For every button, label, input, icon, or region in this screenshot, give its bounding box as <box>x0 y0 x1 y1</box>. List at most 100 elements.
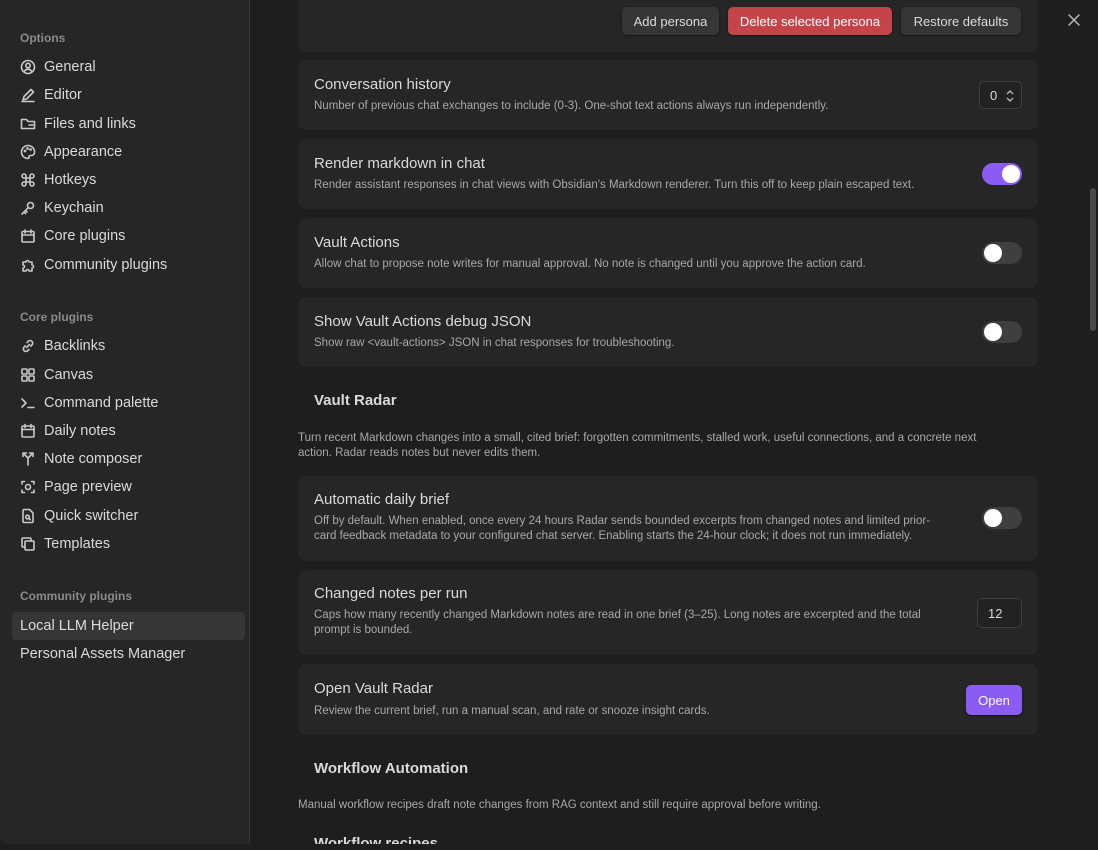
setting-title: Conversation history <box>314 76 451 93</box>
folder-icon <box>20 116 36 132</box>
sidebar-item-label: Appearance <box>44 144 123 160</box>
conversation-history-setting: Conversation history Number of previous … <box>298 60 1038 130</box>
sidebar-item-label: Page preview <box>44 479 132 495</box>
sidebar-item-label: Command palette <box>44 395 159 411</box>
eye-icon <box>20 479 36 495</box>
close-icon[interactable] <box>1064 10 1084 30</box>
scrollbar-thumb[interactable] <box>1090 188 1096 331</box>
persona-card: Add persona Delete selected persona Rest… <box>298 0 1038 52</box>
sidebar-item-label: Backlinks <box>44 338 106 354</box>
sidebar-item-label: Quick switcher <box>44 508 139 524</box>
conversation-history-input[interactable]: 0 <box>979 81 1022 109</box>
render-markdown-setting: Render markdown in chat Render assistant… <box>298 139 1038 209</box>
delete-persona-button[interactable]: Delete selected persona <box>728 7 892 35</box>
desc-line: Caps how many recently changed Markdown … <box>314 609 921 621</box>
sidebar-item-quick-switcher[interactable]: Quick switcher <box>12 502 237 530</box>
sidebar-section-community-plugins: Community plugins <box>20 589 132 603</box>
workflow-recipes-heading: Workflow recipes <box>314 835 438 844</box>
sidebar-item-label: Files and links <box>44 116 136 132</box>
sidebar-item-keychain[interactable]: Keychain <box>12 194 237 222</box>
toggle-knob <box>1002 165 1020 183</box>
changed-notes-setting: Changed notes per run Caps how many rece… <box>298 570 1038 655</box>
setting-title: Changed notes per run <box>314 585 468 602</box>
open-vault-radar-setting: Open Vault Radar Review the current brie… <box>298 664 1038 735</box>
sidebar-item-label: Hotkeys <box>44 172 97 188</box>
automatic-daily-brief-setting: Automatic daily brief Off by default. Wh… <box>298 476 1038 561</box>
settings-content: Add persona Delete selected persona Rest… <box>250 0 1098 844</box>
sidebar-item-label: Templates <box>44 536 111 552</box>
toggle-knob <box>984 244 1002 262</box>
sidebar-item-label: Community plugins <box>44 257 168 273</box>
add-persona-button[interactable]: Add persona <box>622 7 719 35</box>
sidebar-section-core-plugins: Core plugins <box>20 310 94 324</box>
command-icon <box>20 172 36 188</box>
vault-actions-toggle[interactable] <box>982 242 1022 264</box>
sidebar-item-label: Personal Assets Manager <box>20 646 186 662</box>
sidebar-item-backlinks[interactable]: Backlinks <box>12 332 237 360</box>
sidebar-item-hotkeys[interactable]: Hotkeys <box>12 166 237 194</box>
setting-description: Off by default. When enabled, once every… <box>314 514 974 544</box>
setting-description: Allow chat to propose note writes for ma… <box>314 258 866 270</box>
settings-sidebar: Options General Editor Files and links A… <box>0 0 250 844</box>
intro-line: action. Radar reads notes but never edit… <box>298 447 541 459</box>
setting-description: Render assistant responses in chat views… <box>314 179 915 191</box>
sidebar-item-core-plugins[interactable]: Core plugins <box>12 222 237 250</box>
sidebar-section-options: Options <box>20 31 66 45</box>
setting-title: Open Vault Radar <box>314 680 433 697</box>
vault-actions-setting: Vault Actions Allow chat to propose note… <box>298 218 1038 288</box>
settings-window: Options General Editor Files and links A… <box>0 0 1098 844</box>
changed-notes-value: 12 <box>988 605 1003 621</box>
sidebar-item-label: Core plugins <box>44 228 126 244</box>
sidebar-item-appearance[interactable]: Appearance <box>12 138 237 166</box>
setting-description: Number of previous chat exchanges to inc… <box>314 100 829 112</box>
sidebar-item-canvas[interactable]: Canvas <box>12 361 237 389</box>
merge-icon <box>20 451 36 467</box>
calendar-box-icon <box>20 228 36 244</box>
sidebar-item-label: Canvas <box>44 367 94 383</box>
sidebar-item-local-llm-helper[interactable]: Local LLM Helper <box>12 612 245 640</box>
open-vault-radar-button[interactable]: Open <box>966 685 1022 715</box>
workflow-automation-intro: Manual workflow recipes draft note chang… <box>298 799 821 811</box>
vault-radar-intro: Turn recent Markdown changes into a smal… <box>298 431 1038 461</box>
sidebar-item-community-plugins[interactable]: Community plugins <box>12 251 237 279</box>
sidebar-item-note-composer[interactable]: Note composer <box>12 445 237 473</box>
setting-title: Render markdown in chat <box>314 155 485 172</box>
restore-defaults-button[interactable]: Restore defaults <box>901 7 1021 35</box>
workflow-automation-heading: Workflow Automation <box>314 760 469 777</box>
user-circle-icon <box>20 59 36 75</box>
debug-json-setting: Show Vault Actions debug JSON Show raw <… <box>298 297 1038 367</box>
sidebar-item-command-palette[interactable]: Command palette <box>12 389 237 417</box>
sidebar-item-page-preview[interactable]: Page preview <box>12 473 237 501</box>
setting-description: Review the current brief, run a manual s… <box>314 705 710 717</box>
desc-line: card feedback metadata to your configure… <box>314 530 913 542</box>
sidebar-item-editor[interactable]: Editor <box>12 81 237 109</box>
debug-json-toggle[interactable] <box>982 321 1022 343</box>
sidebar-item-templates[interactable]: Templates <box>12 530 237 558</box>
calendar-icon <box>20 423 36 439</box>
sidebar-item-general[interactable]: General <box>12 53 237 81</box>
toggle-knob <box>984 323 1002 341</box>
changed-notes-input[interactable]: 12 <box>977 598 1022 628</box>
key-icon <box>20 200 36 216</box>
pencil-icon <box>20 87 36 103</box>
setting-title: Automatic daily brief <box>314 491 450 508</box>
sidebar-item-label: Editor <box>44 87 82 103</box>
grid-icon <box>20 367 36 383</box>
desc-line: prompt is bounded. <box>314 624 413 636</box>
link-icon <box>20 338 36 354</box>
sidebar-item-label: Note composer <box>44 451 143 467</box>
toggle-knob <box>984 509 1002 527</box>
palette-icon <box>20 144 36 160</box>
sidebar-item-daily-notes[interactable]: Daily notes <box>12 417 237 445</box>
setting-description: Show raw <vault-actions> JSON in chat re… <box>314 337 675 349</box>
file-search-icon <box>20 508 36 524</box>
sidebar-item-label: Local LLM Helper <box>20 618 134 634</box>
sidebar-item-personal-assets-manager[interactable]: Personal Assets Manager <box>12 640 245 668</box>
setting-title: Show Vault Actions debug JSON <box>314 313 532 330</box>
sidebar-item-label: Daily notes <box>44 423 116 439</box>
render-markdown-toggle[interactable] <box>982 163 1022 185</box>
sidebar-item-files-and-links[interactable]: Files and links <box>12 110 237 138</box>
terminal-icon <box>20 395 36 411</box>
conversation-history-value: 0 <box>990 87 998 103</box>
automatic-daily-brief-toggle[interactable] <box>982 507 1022 529</box>
